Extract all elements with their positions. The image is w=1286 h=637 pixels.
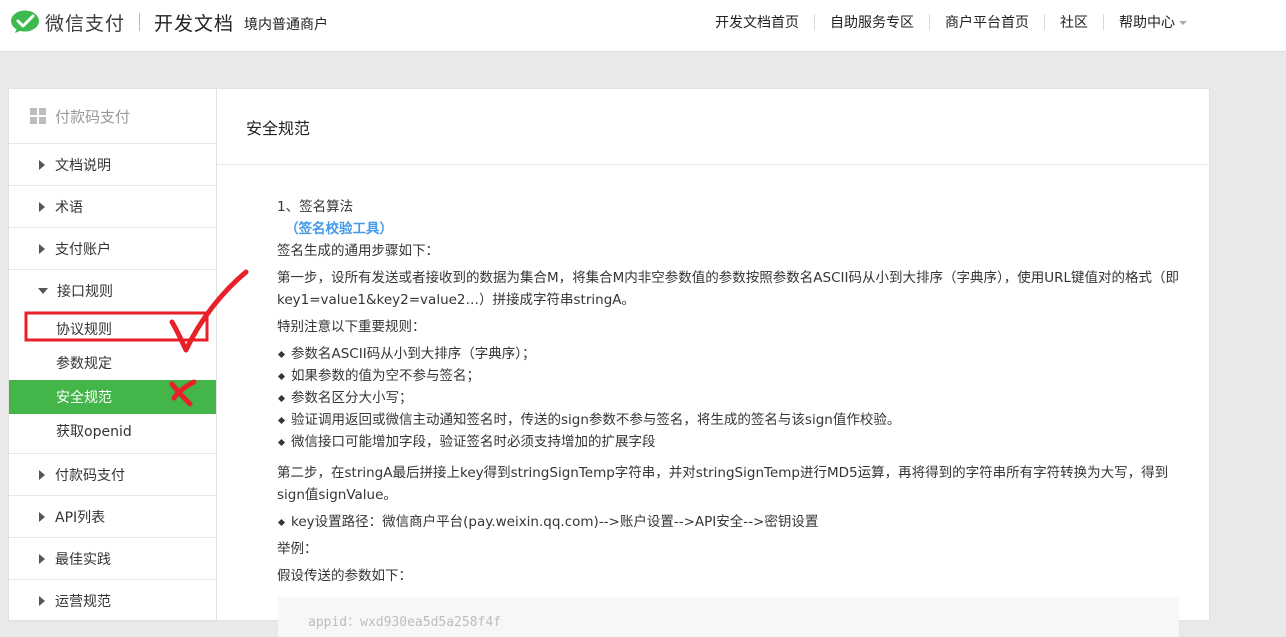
sidebar-item-best-practice[interactable]: 最佳实践 [9, 538, 216, 580]
logo-text: 微信支付 [45, 12, 126, 35]
grid-icon [30, 108, 46, 124]
rules-list: 参数名ASCII码从小到大排序（字典序）； 如果参数的值为空不参与签名； 参数名… [277, 343, 1187, 453]
intro-text: 签名生成的通用步骤如下： [277, 243, 439, 259]
sidebar-item-label: 术语 [55, 199, 83, 216]
list-item: 验证调用返回或微信主动通知签名时，传送的sign参数不参与签名，将生成的签名与该… [277, 409, 1187, 431]
list-item: 微信接口可能增加字段，验证签名时必须支持增加的扩展字段 [277, 431, 1187, 453]
nav-self-service[interactable]: 自助服务专区 [815, 12, 929, 32]
sidebar-item-label: 接口规则 [57, 284, 113, 300]
caret-down-icon [38, 288, 48, 294]
list-item: 参数名区分大小写； [277, 387, 1187, 409]
caret-right-icon [39, 243, 45, 254]
caret-right-icon [39, 511, 45, 522]
example-intro: 假设传送的参数如下： [277, 568, 412, 584]
section-title: 1、签名算法 [277, 199, 354, 215]
list-item: 如果参数的值为空不参与签名； [277, 365, 1187, 387]
step1-text: 第一步，设所有发送或者接收到的数据为集合M，将集合M内非空参数值的参数按照参数名… [277, 270, 1180, 308]
sidebar-item-label: 最佳实践 [55, 551, 111, 568]
nav-merchant-home[interactable]: 商户平台首页 [930, 12, 1044, 32]
sidebar-item-api-list[interactable]: API列表 [9, 496, 216, 538]
example-label: 举例： [277, 541, 318, 557]
sign-tool-link[interactable]: （签名校验工具） [285, 218, 1187, 240]
nav-docs-home[interactable]: 开发文档首页 [700, 12, 814, 32]
step2-text: 第二步，在stringA最后拼接上key得到stringSignTemp字符串，… [277, 465, 1169, 503]
code-block: appid：wxd930ea5d5a258f4f [278, 597, 1179, 637]
page-brand-title: 开发文档 [154, 12, 235, 35]
caret-right-icon [39, 595, 45, 606]
sidebar-item-operation[interactable]: 运营规范 [9, 580, 216, 622]
sidebar-item-label: 付款码支付 [55, 467, 125, 484]
sidebar-item-label: 文档说明 [55, 157, 111, 174]
caret-right-icon [39, 469, 45, 480]
sidebar-heading: 付款码支付 [9, 89, 216, 144]
notice-text: 特别注意以下重要规则： [277, 319, 426, 335]
wechat-logo-icon [11, 10, 39, 33]
caret-right-icon [39, 201, 45, 212]
nav-help-label: 帮助中心 [1119, 15, 1175, 31]
sidebar-item-doc-intro[interactable]: 文档说明 [9, 144, 216, 186]
sidebar-group-interface-rules: 接口规则 协议规则 参数规定 安全规范 获取openid [9, 270, 216, 454]
sidebar-subitem-openid[interactable]: 获取openid [9, 414, 216, 448]
wechat-pay-logo[interactable]: 微信支付 开发文档 境内普通商户 [10, 7, 328, 37]
sidebar-item-label: API列表 [55, 509, 106, 526]
sidebar-subitem-params[interactable]: 参数规定 [9, 346, 216, 380]
brand-divider [139, 13, 141, 31]
top-bar: 微信支付 开发文档 境内普通商户 开发文档首页 自助服务专区 商户平台首页 社区… [0, 0, 1286, 52]
sidebar-item-micropay[interactable]: 付款码支付 [9, 454, 216, 496]
sidebar-item-account[interactable]: 支付账户 [9, 228, 216, 270]
sidebar: 付款码支付 文档说明 术语 支付账户 接口规则 协议规则 参数规定 安全规范 获… [8, 88, 217, 622]
nav-community[interactable]: 社区 [1045, 12, 1103, 32]
brand-subtitle: 境内普通商户 [244, 16, 329, 33]
sidebar-item-terms[interactable]: 术语 [9, 186, 216, 228]
sidebar-subitem-protocol[interactable]: 协议规则 [9, 312, 216, 346]
caret-right-icon [39, 159, 45, 170]
sidebar-heading-label: 付款码支付 [55, 107, 131, 126]
sidebar-subitem-security[interactable]: 安全规范 [9, 380, 216, 414]
caret-right-icon [39, 553, 45, 564]
sidebar-item-label: 支付账户 [55, 241, 111, 258]
key-path-text: key设置路径：微信商户平台(pay.weixin.qq.com)-->账户设置… [277, 511, 1187, 533]
nav-help-center[interactable]: 帮助中心 [1104, 12, 1202, 32]
sidebar-item-label: 运营规范 [55, 593, 111, 610]
top-nav: 开发文档首页 自助服务专区 商户平台首页 社区 帮助中心 [700, 0, 1202, 44]
page-title: 安全规范 [217, 89, 1209, 165]
chevron-down-icon [1179, 21, 1187, 25]
doc-content: 1、签名算法 （签名校验工具） 签名生成的通用步骤如下： 第一步，设所有发送或者… [277, 196, 1187, 587]
sidebar-item-interface-rules[interactable]: 接口规则 [9, 270, 216, 312]
list-item: 参数名ASCII码从小到大排序（字典序）； [277, 343, 1187, 365]
